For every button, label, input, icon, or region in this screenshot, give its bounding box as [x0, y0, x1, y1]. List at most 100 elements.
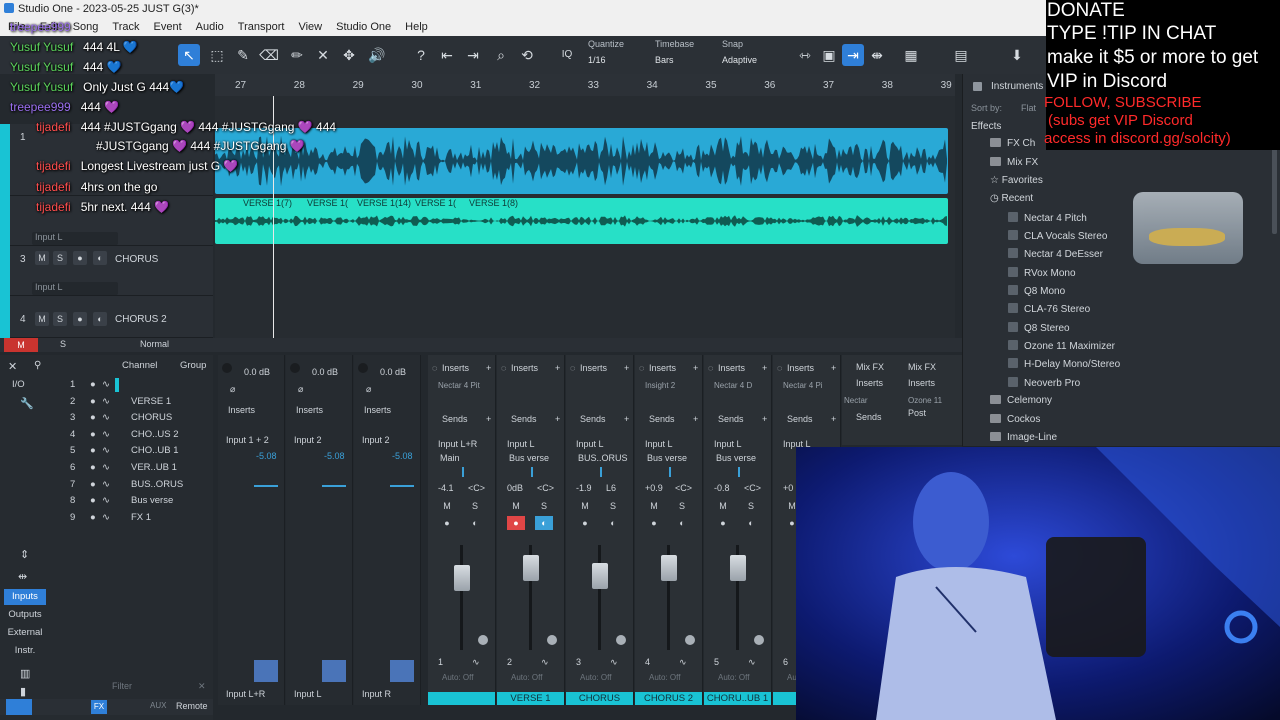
record-button[interactable]: ●: [73, 251, 87, 265]
browser-item-nectar-4-deesser[interactable]: Nectar 4 DeEsser: [1008, 248, 1103, 260]
quantize-select[interactable]: 1/16: [588, 55, 606, 65]
volume-value[interactable]: +0.9: [645, 483, 663, 493]
browser-item-q8-mono[interactable]: Q8 Mono: [1008, 285, 1065, 297]
channel-visible-icon[interactable]: ●: [90, 512, 96, 523]
snap-grid-icon[interactable]: ▣: [818, 44, 840, 66]
insert-slot[interactable]: Nectar 4 D: [714, 381, 752, 390]
pan-value[interactable]: <C>: [468, 483, 485, 493]
channel-name[interactable]: FX 1: [131, 512, 151, 523]
mute-button[interactable]: M: [35, 251, 49, 265]
mute-button[interactable]: M: [576, 499, 594, 513]
listen-tool-icon[interactable]: 🔊: [366, 44, 388, 66]
add-insert-icon[interactable]: +: [486, 363, 491, 373]
menu-event[interactable]: Event: [154, 21, 182, 33]
inserts-label[interactable]: Inserts: [908, 378, 935, 388]
inserts-label[interactable]: Inserts: [856, 378, 883, 388]
inserts-label[interactable]: Inserts: [511, 363, 538, 373]
monitor-button[interactable]: ◐: [673, 516, 691, 530]
inputs-button[interactable]: Inputs: [4, 589, 46, 605]
browser-item-cockos[interactable]: Cockos: [990, 414, 1040, 425]
gain-knob[interactable]: [358, 363, 368, 373]
monitor-button[interactable]: ◐: [93, 251, 107, 265]
collapse-icon[interactable]: ⇹: [18, 570, 27, 583]
mute-button[interactable]: M: [714, 499, 732, 513]
inserts-label[interactable]: Inserts: [296, 405, 323, 415]
browser-item-fx-ch[interactable]: FX Ch: [990, 138, 1035, 149]
browser-item-cla-vocals-stereo[interactable]: CLA Vocals Stereo: [1008, 230, 1107, 242]
pan-knob[interactable]: [754, 635, 764, 645]
add-insert-icon[interactable]: +: [693, 363, 698, 373]
remote-button[interactable]: Remote: [176, 701, 208, 711]
power-icon[interactable]: ◌: [708, 363, 713, 373]
pan-knob[interactable]: [547, 635, 557, 645]
insert-slot[interactable]: Nectar 4 Pit: [438, 381, 480, 390]
power-icon[interactable]: ◌: [639, 363, 644, 373]
channel-name-label[interactable]: [428, 692, 495, 705]
export-icon[interactable]: ⬇: [1006, 44, 1028, 66]
record-arm-button[interactable]: ●: [438, 516, 456, 530]
menu-audio[interactable]: Audio: [196, 21, 224, 33]
record-arm-button[interactable]: ●: [645, 516, 663, 530]
arrow-tool-icon[interactable]: ↖: [178, 44, 200, 66]
channel-name[interactable]: VERSE 1: [131, 396, 171, 407]
track-input[interactable]: Input L: [32, 232, 118, 245]
external-button[interactable]: External: [4, 625, 46, 641]
add-insert-icon[interactable]: +: [624, 363, 629, 373]
add-send-icon[interactable]: +: [831, 414, 836, 424]
solo-button[interactable]: S: [673, 499, 691, 513]
mixer-view-icon[interactable]: ▤: [950, 44, 972, 66]
menu-icon[interactable]: [6, 699, 32, 715]
sends-label[interactable]: Sends: [511, 414, 537, 424]
volume-value[interactable]: 0dB: [507, 483, 523, 493]
track-lane-2[interactable]: VERSE 1(7) VERSE 1( VERSE 1(14) VERSE 1(…: [215, 196, 955, 247]
volume-fader[interactable]: [523, 555, 539, 581]
power-icon[interactable]: ◌: [432, 363, 437, 373]
power-icon[interactable]: ◌: [570, 363, 575, 373]
power-icon[interactable]: ◌: [501, 363, 506, 373]
volume-fader[interactable]: [661, 555, 677, 581]
mute-tool-icon[interactable]: ✕: [312, 44, 334, 66]
browser-item-neoverb-pro[interactable]: Neoverb Pro: [1008, 377, 1080, 389]
inserts-label[interactable]: Inserts: [649, 363, 676, 373]
menu-track[interactable]: Track: [112, 21, 139, 33]
output-select[interactable]: Bus verse: [509, 453, 549, 463]
input-select[interactable]: Input L: [576, 439, 604, 449]
channel-visible-icon[interactable]: ●: [90, 379, 96, 390]
close-icon[interactable]: ✕: [8, 360, 17, 373]
channel-name[interactable]: BUS..ORUS: [131, 479, 183, 490]
add-send-icon[interactable]: +: [486, 414, 491, 424]
volume-fader[interactable]: [730, 555, 746, 581]
inserts-label[interactable]: Inserts: [580, 363, 607, 373]
track-mode-select[interactable]: Normal: [140, 339, 169, 349]
sends-label[interactable]: Sends: [856, 412, 882, 422]
channel-visible-icon[interactable]: ●: [90, 429, 96, 440]
channel-name-label[interactable]: VERSE 1: [497, 692, 564, 705]
channel-name[interactable]: CHO..UB 1: [131, 445, 179, 456]
inserts-label[interactable]: Inserts: [228, 405, 255, 415]
wrench-icon[interactable]: 🔧: [20, 397, 34, 410]
phase-icon[interactable]: ⌀: [230, 384, 235, 395]
menu-help[interactable]: Help: [405, 21, 428, 33]
output-select[interactable]: Main: [440, 453, 460, 463]
automation-mode[interactable]: Auto: Off: [649, 673, 680, 682]
menu-view[interactable]: View: [298, 21, 322, 33]
loop-icon[interactable]: ⟲: [516, 44, 538, 66]
browser-item-cla-76-stereo[interactable]: CLA-76 Stereo: [1008, 303, 1090, 315]
volume-fader[interactable]: [592, 563, 608, 589]
mute-button[interactable]: M: [645, 499, 663, 513]
autoscroll-icon[interactable]: ⇼: [866, 44, 888, 66]
meter-icon[interactable]: ▮: [20, 685, 26, 698]
input-select[interactable]: Input L: [507, 439, 535, 449]
track-header-3[interactable]: 3 M S ● ◐ CHORUS Input L: [0, 246, 213, 296]
solo-button[interactable]: S: [535, 499, 553, 513]
output-select[interactable]: BUS..ORUS: [578, 453, 628, 463]
mute-all-button[interactable]: M: [4, 338, 38, 352]
add-send-icon[interactable]: +: [624, 414, 629, 424]
pan-knob[interactable]: [478, 635, 488, 645]
volume-value[interactable]: -1.9: [576, 483, 592, 493]
phase-icon[interactable]: ⌀: [298, 384, 303, 395]
add-send-icon[interactable]: +: [762, 414, 767, 424]
audio-clip[interactable]: [215, 128, 948, 194]
record-button[interactable]: ●: [73, 312, 87, 326]
instruments-tab[interactable]: Instruments: [991, 81, 1043, 92]
